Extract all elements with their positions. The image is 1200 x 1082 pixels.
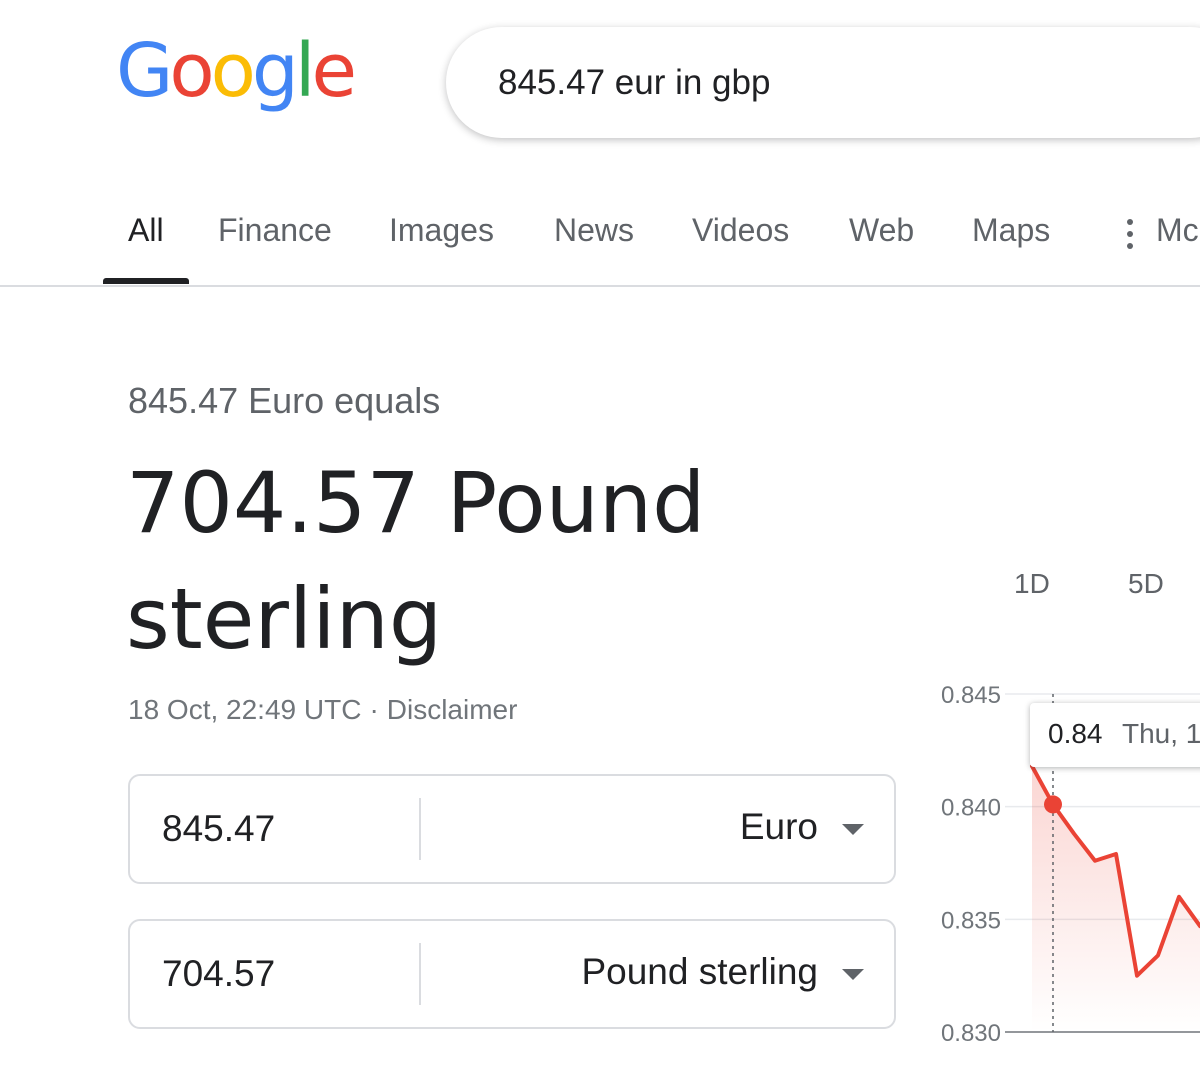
y-tick-label: 0.845 xyxy=(941,682,1001,709)
row-divider xyxy=(419,798,421,860)
chevron-down-icon[interactable] xyxy=(842,969,864,980)
active-tab-indicator xyxy=(103,278,189,284)
row-divider xyxy=(419,943,421,1005)
highlighted-point xyxy=(1044,795,1062,814)
more-vert-icon[interactable] xyxy=(1124,219,1136,249)
to-currency-select[interactable]: Pound sterling xyxy=(581,951,818,993)
search-input[interactable] xyxy=(498,55,1198,111)
tab-news[interactable]: News xyxy=(554,212,634,249)
from-amount-input[interactable] xyxy=(162,803,412,855)
tab-more[interactable]: Mc xyxy=(1156,212,1199,249)
series-line xyxy=(1030,764,1200,978)
y-tick-label: 0.835 xyxy=(941,907,1001,934)
from-currency-select[interactable]: Euro xyxy=(740,806,818,848)
chart-tooltip: 0.84 Thu, 1 xyxy=(1030,703,1200,767)
search-box[interactable] xyxy=(446,27,1200,138)
tab-videos[interactable]: Videos xyxy=(692,212,789,249)
converter-from-row: Euro xyxy=(128,774,896,884)
tooltip-date: Thu, 1 xyxy=(1122,718,1200,749)
logo-letter: o xyxy=(169,28,214,114)
tab-all[interactable]: All xyxy=(128,212,164,249)
tab-finance[interactable]: Finance xyxy=(218,212,332,249)
logo-letter: G xyxy=(116,28,173,114)
series-area xyxy=(1032,766,1200,1032)
tab-maps[interactable]: Maps xyxy=(972,212,1050,249)
equals-caption: 845.47 Euro equals xyxy=(128,380,441,421)
disclaimer-link[interactable]: Disclaimer xyxy=(387,694,518,725)
tooltip-value: 0.84 xyxy=(1048,718,1103,749)
range-5d-button[interactable]: 5D xyxy=(1128,568,1164,600)
tab-web[interactable]: Web xyxy=(849,212,914,249)
converter-to-row: Pound sterling xyxy=(128,919,896,1029)
timestamp: 18 Oct, 22:49 UTC xyxy=(128,694,362,725)
chevron-down-icon[interactable] xyxy=(842,824,864,835)
result-meta: 18 Oct, 22:49 UTC · Disclaimer xyxy=(128,694,517,726)
logo-letter: g xyxy=(251,28,299,114)
google-logo[interactable]: Google xyxy=(116,28,357,114)
to-amount-input[interactable] xyxy=(162,948,412,1000)
y-tick-label: 0.830 xyxy=(941,1020,1001,1047)
y-tick-label: 0.840 xyxy=(941,795,1001,822)
page: Google All Finance Images News Videos We… xyxy=(0,0,1200,1082)
meta-separator: · xyxy=(369,694,379,725)
tab-images[interactable]: Images xyxy=(389,212,494,249)
logo-letter: l xyxy=(294,28,315,114)
logo-letter: e xyxy=(311,28,356,114)
range-1d-button[interactable]: 1D xyxy=(1014,568,1050,600)
conversion-result: 704.57 Pound sterling xyxy=(126,454,706,668)
tabs-divider xyxy=(0,285,1200,287)
search-tabs: All Finance Images News Videos Web Maps … xyxy=(0,180,1200,288)
logo-letter: o xyxy=(210,28,256,114)
